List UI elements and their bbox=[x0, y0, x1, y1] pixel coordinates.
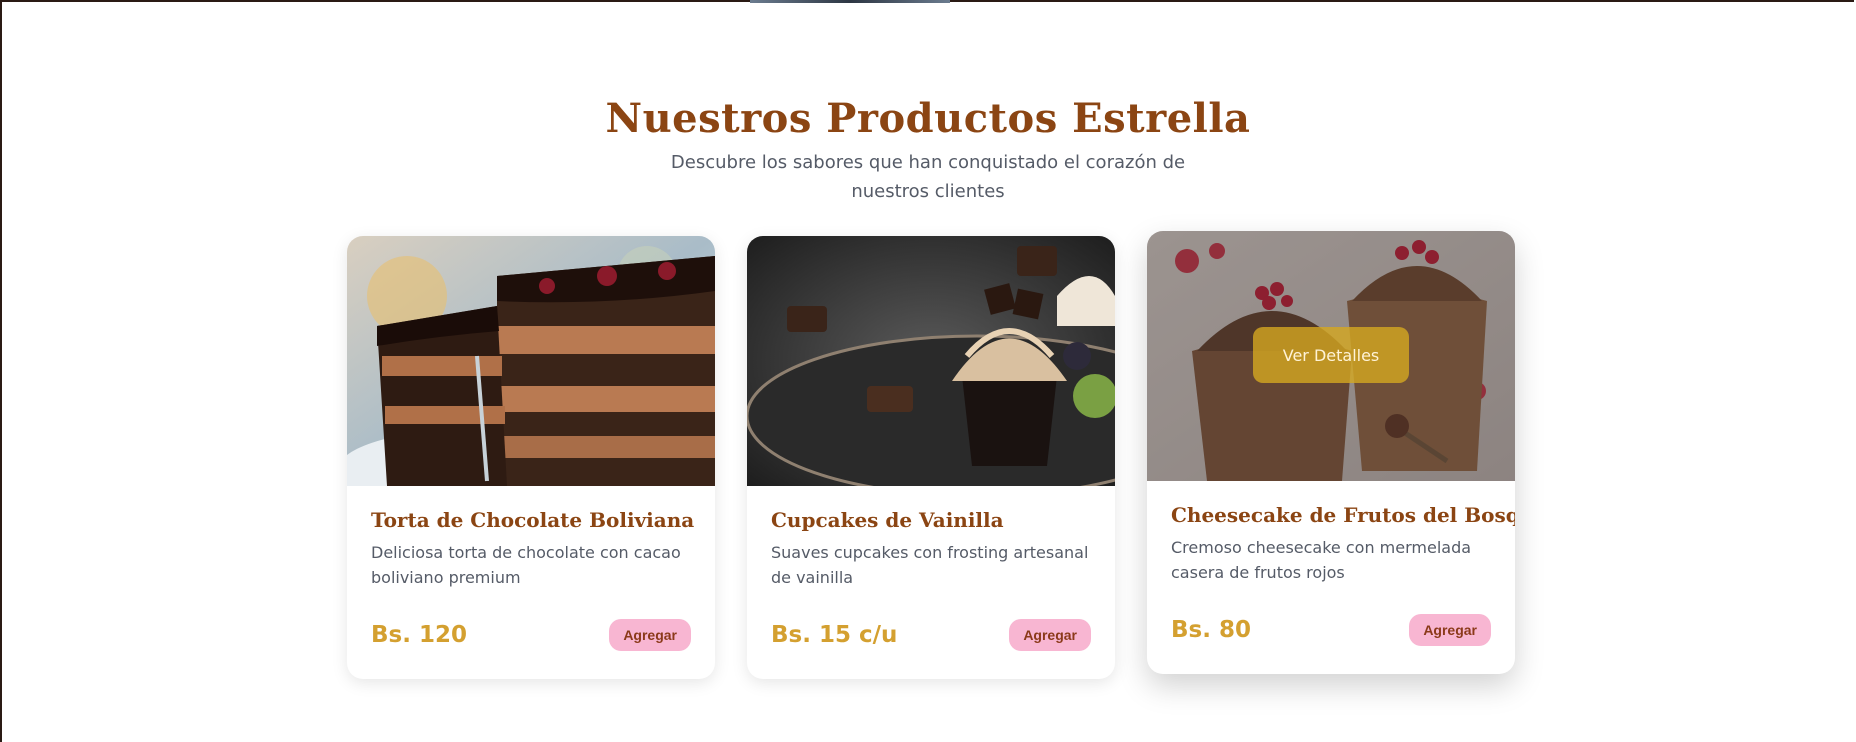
product-title: Cupcakes de Vainilla bbox=[771, 508, 1004, 532]
hero-image-edge bbox=[750, 0, 950, 3]
add-to-cart-button[interactable]: Agregar bbox=[1009, 619, 1091, 651]
product-card-vanilla-cupcakes[interactable]: Cupcakes de Vainilla Suaves cupcakes con… bbox=[747, 236, 1115, 679]
section-title: Nuestros Productos Estrella bbox=[605, 95, 1251, 143]
chocolate-cake-image bbox=[347, 236, 715, 486]
product-card-berry-cheesecake[interactable]: Ver Detalles Cheesecake de Frutos del Bo… bbox=[1147, 231, 1515, 674]
product-price: Bs. 15 c/u bbox=[771, 622, 898, 648]
vanilla-cupcake-image bbox=[747, 236, 1115, 486]
section-subtitle: Descubre los sabores que han conquistado… bbox=[670, 152, 1186, 202]
product-price: Bs. 80 bbox=[1171, 617, 1251, 643]
view-details-button[interactable]: Ver Detalles bbox=[1253, 327, 1409, 383]
add-to-cart-button[interactable]: Agregar bbox=[609, 619, 691, 651]
product-price: Bs. 120 bbox=[371, 622, 467, 648]
product-description: Deliciosa torta de chocolate con cacao b… bbox=[371, 543, 681, 587]
add-to-cart-button[interactable]: Agregar bbox=[1409, 614, 1491, 646]
berry-cheesecake-image: Ver Detalles bbox=[1147, 231, 1515, 481]
product-description: Suaves cupcakes con frosting artesanal d… bbox=[771, 543, 1089, 587]
product-description: Cremoso cheesecake con mermelada casera … bbox=[1171, 538, 1472, 582]
product-title: Torta de Chocolate Boliviana bbox=[371, 508, 695, 532]
product-card-chocolate-cake[interactable]: Torta de Chocolate Boliviana Deliciosa t… bbox=[347, 236, 715, 679]
product-title: Cheesecake de Frutos del Bosque bbox=[1171, 503, 1515, 527]
